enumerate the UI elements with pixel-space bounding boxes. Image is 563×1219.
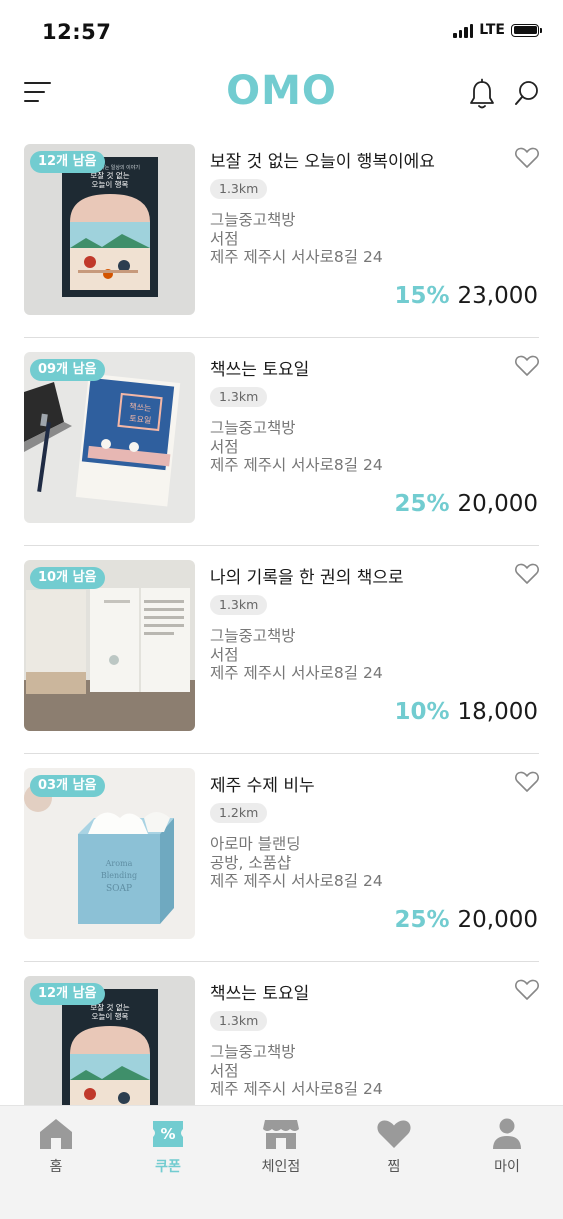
heart-icon: [377, 1120, 411, 1148]
product-title: 책쓰는 토요일: [210, 984, 310, 1004]
tab-label: 홈: [49, 1159, 63, 1175]
tab-store[interactable]: 체인점: [225, 1106, 337, 1186]
heart-outline-icon[interactable]: [514, 978, 540, 1002]
shop-info: 그늘중고책방 서점 제주 제주시 서사로8길 24: [210, 211, 383, 267]
price-row: 25% 20,000: [394, 907, 538, 933]
distance-badge: 1.3km: [210, 1011, 268, 1031]
home-icon: [40, 1119, 72, 1149]
shop-address: 제주 제주시 서사로8길 24: [210, 248, 383, 266]
search-icon[interactable]: [512, 78, 542, 110]
shop-address: 제주 제주시 서사로8길 24: [210, 456, 383, 474]
network-label: LTE: [479, 22, 505, 38]
shop-name: 그늘중고책방: [210, 627, 296, 645]
distance-badge: 1.3km: [210, 387, 268, 407]
stock-badge: 12개 남음: [30, 983, 105, 1005]
svg-text:%: %: [160, 1125, 175, 1143]
shop-name: 아로마 블랜딩: [210, 835, 301, 853]
discount-rate: 25%: [394, 907, 450, 933]
tab-favorites[interactable]: 찜: [338, 1106, 450, 1186]
shop-info: 그늘중고책방 서점 제주 제주시 서사로8길 24: [210, 1043, 383, 1099]
svg-text:SOAP: SOAP: [106, 884, 132, 894]
shop-info: 그늘중고책방 서점 제주 제주시 서사로8길 24: [210, 627, 383, 683]
product-title: 책쓰는 토요일: [210, 360, 310, 380]
shop-address: 제주 제주시 서사로8길 24: [210, 1080, 383, 1098]
product-card[interactable]: Aroma Blending SOAP 03개 남음 제주 수제 비누 1.2k…: [0, 754, 563, 962]
price-value: 20,000: [457, 491, 538, 517]
svg-text:Aroma: Aroma: [105, 859, 133, 868]
price-value: 20,000: [457, 907, 538, 933]
shop-info: 아로마 블랜딩 공방, 소품샵 제주 제주시 서사로8길 24: [210, 835, 383, 891]
tab-label: 마이: [494, 1159, 520, 1175]
price-row: 15% 23,000: [394, 283, 538, 309]
distance-badge: 1.2km: [210, 803, 268, 823]
battery-icon: [511, 23, 542, 37]
price-row: 10% 18,000: [394, 699, 538, 725]
svg-text:Blending: Blending: [101, 871, 137, 880]
shop-category: 서점: [210, 229, 239, 248]
product-title: 보잘 것 없는 오늘이 행복이에요: [210, 152, 435, 172]
distance-badge: 1.3km: [210, 179, 268, 199]
stock-badge: 10개 남음: [30, 567, 105, 589]
shop-name: 그늘중고책방: [210, 1043, 296, 1061]
svg-text:오늘이 행복: 오늘이 행복: [92, 179, 129, 189]
signal-icon: [453, 22, 474, 38]
shop-category: 서점: [210, 1061, 239, 1080]
product-card[interactable]: 10개 남음 나의 기록을 한 권의 책으로 1.3km 그늘중고책방 서점 제…: [0, 546, 563, 754]
tab-home[interactable]: 홈: [0, 1106, 112, 1186]
shop-category: 서점: [210, 645, 239, 664]
tab-label: 체인점: [261, 1159, 301, 1175]
svg-text:오늘이 행복: 오늘이 행복: [92, 1011, 129, 1021]
price-value: 18,000: [457, 699, 538, 725]
bottom-tab-bar: 홈 % 쿠폰 체인점 찜 마이: [0, 1105, 563, 1219]
product-list: 삶을 사랑하는 일상의 이야기 보잘 것 없는 오늘이 행복 12개 남음 보잘…: [0, 130, 563, 1105]
coupon-icon: %: [153, 1121, 183, 1147]
shop-info: 그늘중고책방 서점 제주 제주시 서사로8길 24: [210, 419, 383, 475]
stock-badge: 09개 남음: [30, 359, 105, 381]
tab-coupon[interactable]: % 쿠폰: [112, 1106, 224, 1186]
price-value: 23,000: [457, 283, 538, 309]
status-bar: 12:57 LTE: [0, 0, 563, 66]
heart-outline-icon[interactable]: [514, 770, 540, 794]
store-icon: [263, 1120, 299, 1149]
shop-address: 제주 제주시 서사로8길 24: [210, 664, 383, 682]
product-title: 나의 기록을 한 권의 책으로: [210, 568, 404, 588]
heart-outline-icon[interactable]: [514, 562, 540, 586]
discount-rate: 15%: [394, 283, 450, 309]
shop-address: 제주 제주시 서사로8길 24: [210, 872, 383, 890]
shop-category: 서점: [210, 437, 239, 456]
status-indicators: LTE: [453, 22, 542, 38]
product-title: 제주 수제 비누: [210, 776, 315, 796]
shop-name: 그늘중고책방: [210, 419, 296, 437]
heart-outline-icon[interactable]: [514, 354, 540, 378]
discount-rate: 10%: [394, 699, 450, 725]
product-card[interactable]: 삶을 사랑하는 일상의 이야기 보잘 것 없는 오늘이 행복 12개 남음 보잘…: [0, 130, 563, 338]
stock-badge: 03개 남음: [30, 775, 105, 797]
heart-outline-icon[interactable]: [514, 146, 540, 170]
price-row: 25% 20,000: [394, 491, 538, 517]
shop-name: 그늘중고책방: [210, 211, 296, 229]
product-card[interactable]: 책쓰는 토요일 09개 남음 책쓰는 토요일 1.3km 그늘중고책방 서점 제…: [0, 338, 563, 546]
tab-label: 쿠폰: [155, 1159, 181, 1175]
shop-category: 공방, 소품샵: [210, 853, 292, 872]
tab-label: 찜: [387, 1159, 401, 1175]
product-card[interactable]: 보잘 것 없는 오늘이 행복 12개 남음 책쓰는 토요일 1.3km 그늘중고…: [0, 962, 563, 1105]
stock-badge: 12개 남음: [30, 151, 105, 173]
status-time: 12:57: [42, 20, 112, 44]
person-icon: [493, 1118, 521, 1149]
bell-icon[interactable]: [467, 78, 497, 110]
tab-my[interactable]: 마이: [451, 1106, 563, 1186]
discount-rate: 25%: [394, 491, 450, 517]
distance-badge: 1.3km: [210, 595, 268, 615]
app-header: OMO: [0, 66, 563, 126]
